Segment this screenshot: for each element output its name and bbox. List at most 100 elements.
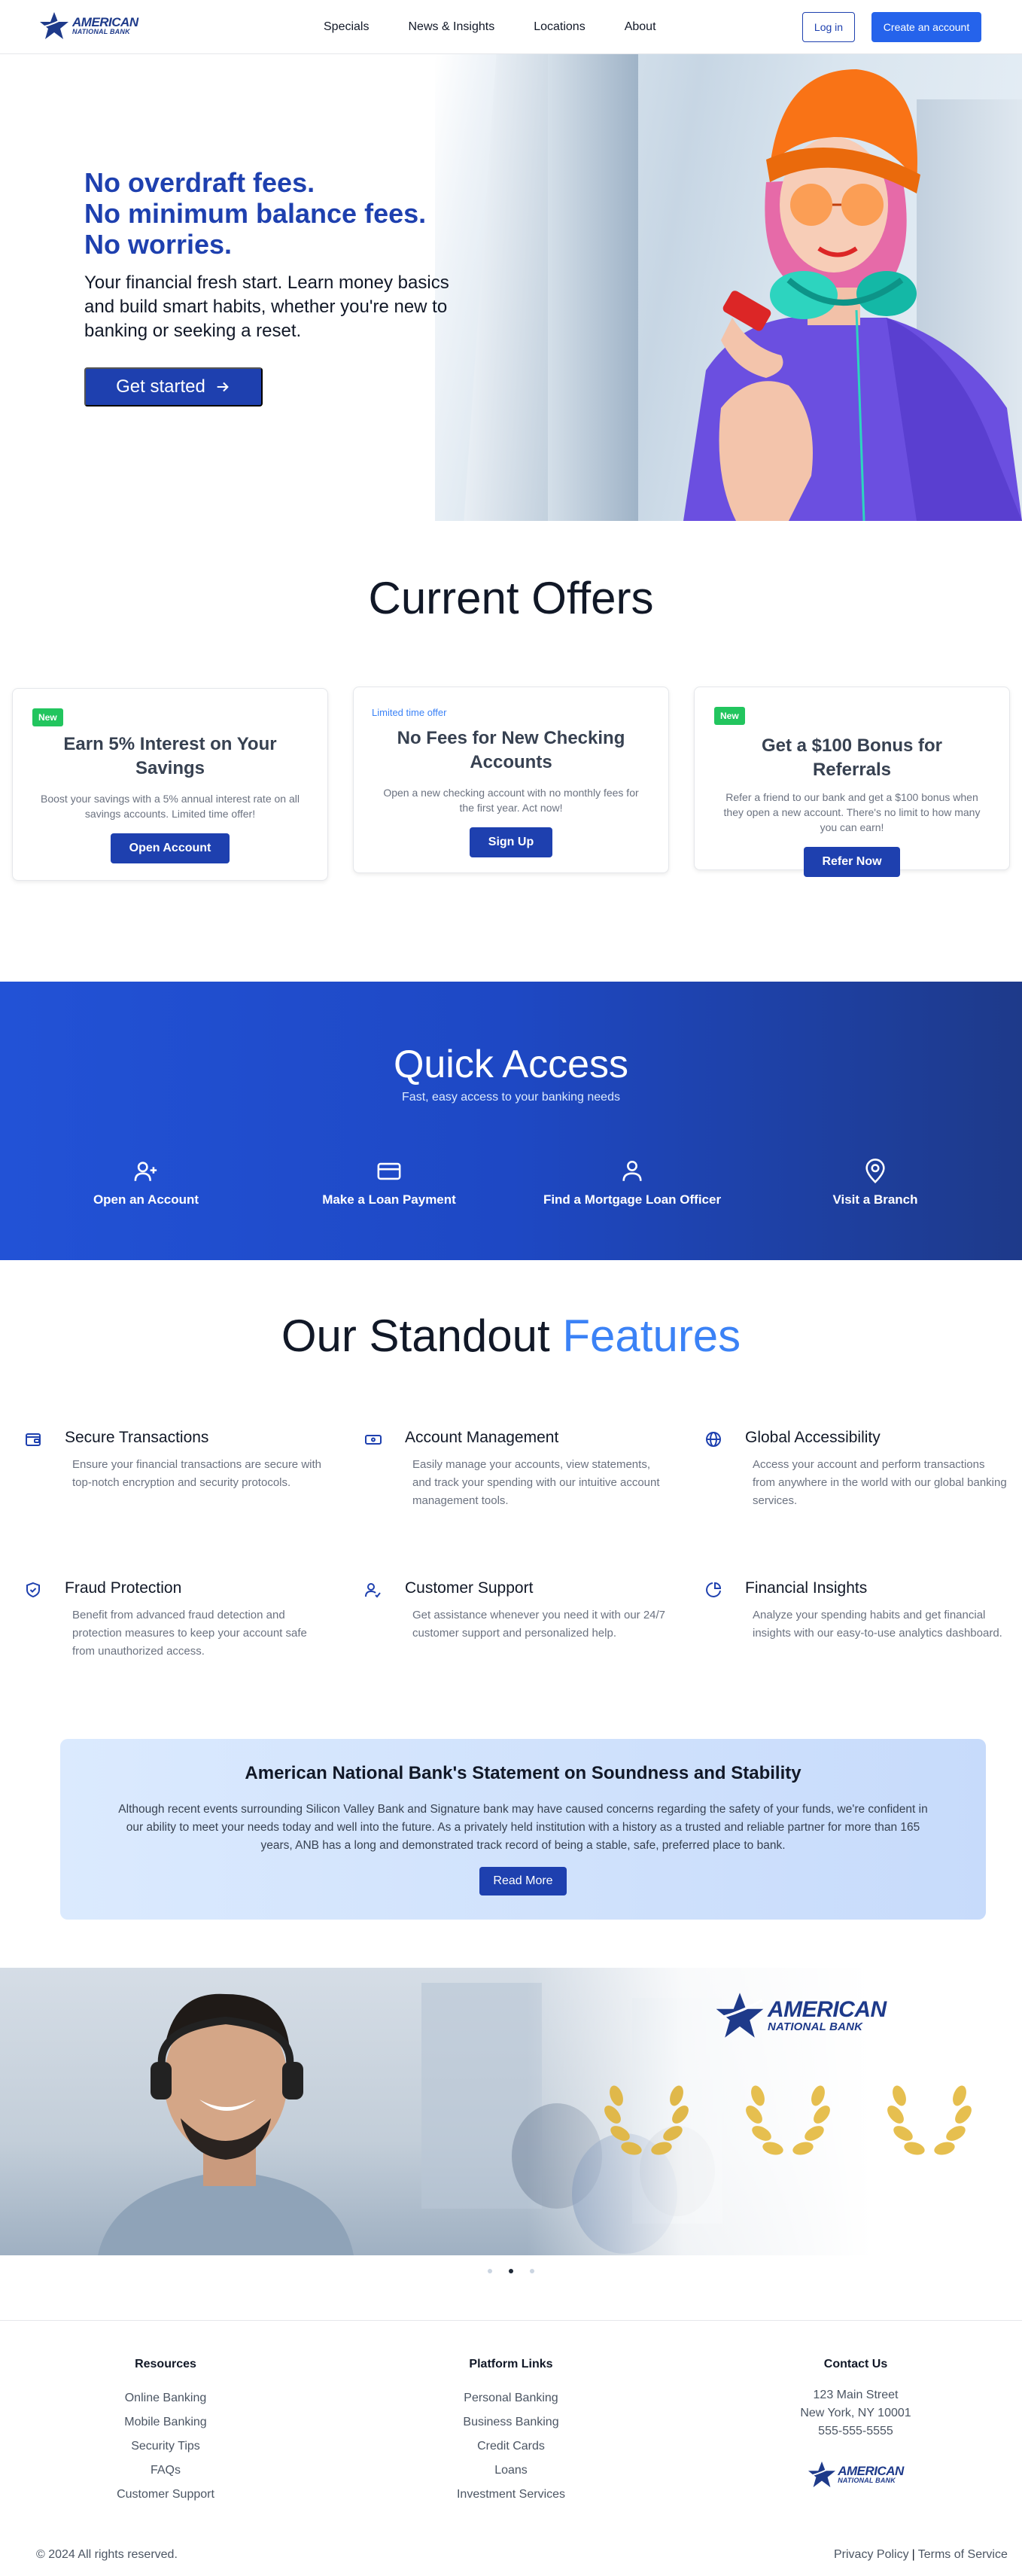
privacy-policy-link[interactable]: Privacy Policy <box>834 2548 909 2561</box>
footer-link[interactable]: Personal Banking <box>398 2386 624 2410</box>
nav-link-locations[interactable]: Locations <box>534 20 586 34</box>
footer-logo[interactable]: AMERICAN NATIONAL BANK <box>808 2460 904 2489</box>
offer-title: No Fees for New Checking Accounts <box>397 728 625 772</box>
quick-loan-payment-label: Make a Loan Payment <box>322 1192 456 1207</box>
quick-open-account-label: Open an Account <box>93 1192 199 1207</box>
offer-title: Get a $100 Bonus for Referrals <box>761 735 943 780</box>
nav-links: Specials News & Insights Locations About <box>324 0 695 54</box>
promo-banner: AMERICAN NATIONAL BANK <box>0 1968 1022 2255</box>
footer-link[interactable]: Loans <box>398 2459 624 2483</box>
get-started-button[interactable]: Get started <box>84 367 263 406</box>
nav-link-news[interactable]: News & Insights <box>408 20 494 34</box>
footer-link[interactable]: Security Tips <box>53 2434 278 2459</box>
footer-col-title: Contact Us <box>823 2358 888 2370</box>
banner-logo: AMERICAN NATIONAL BANK <box>715 1990 887 2040</box>
pie-chart-icon <box>706 1582 722 1597</box>
carousel-dot-active[interactable] <box>509 2269 513 2273</box>
hero-headline: No overdraft fees. No minimum balance fe… <box>84 167 426 260</box>
create-account-button[interactable]: Create an account <box>871 12 981 42</box>
brand-logo[interactable]: AMERICAN NATIONAL BANK <box>39 11 138 41</box>
feature-desc: Analyze your spending habits and get fin… <box>753 1609 1002 1640</box>
user-plus-icon <box>134 1162 157 1181</box>
new-badge: New <box>32 708 63 726</box>
nav-link-specials[interactable]: Specials <box>324 20 369 34</box>
terms-link[interactable]: Terms of Service <box>918 2548 1008 2561</box>
nav-link-about[interactable]: About <box>625 20 656 34</box>
footer-link[interactable]: FAQs <box>53 2459 278 2483</box>
quick-loan-payment[interactable]: Make a Loan Payment <box>276 1158 502 1207</box>
top-nav: AMERICAN NATIONAL BANK Specials News & I… <box>0 0 1022 54</box>
footer-address-line: 123 Main Street <box>813 2389 899 2401</box>
quick-visit-branch[interactable]: Visit a Branch <box>762 1158 988 1207</box>
globe-icon <box>706 1432 721 1447</box>
quick-access-title: Quick Access <box>393 1043 629 1086</box>
offer-desc: Refer a friend to our bank and get a $10… <box>723 791 981 833</box>
hero-headline-line-2: No minimum balance fees. <box>84 198 427 229</box>
feature-title: Account Management <box>405 1429 559 1446</box>
quick-mortgage-officer[interactable]: Find a Mortgage Loan Officer <box>519 1158 745 1207</box>
footer-link[interactable]: Investment Services <box>398 2483 624 2507</box>
feature-desc: Benefit from advanced fraud detection an… <box>72 1609 307 1658</box>
refer-now-button[interactable]: Refer Now <box>804 847 900 877</box>
feature-desc: Ensure your financial transactions are s… <box>72 1458 321 1489</box>
statement-title: American National Bank's Statement on So… <box>245 1763 801 1783</box>
footer-col-title: Resources <box>135 2358 196 2370</box>
carousel-dots <box>0 2269 1022 2273</box>
legal-separator: | <box>911 2548 915 2561</box>
banknote-icon <box>365 1435 382 1445</box>
banner-logo-sub: NATIONAL BANK <box>768 2020 863 2033</box>
legal-links: Privacy Policy | Terms of Service <box>834 2548 1022 2562</box>
laurel-award-icon <box>887 2085 972 2155</box>
hero-headline-line-1: No overdraft fees. <box>84 167 315 198</box>
soundness-statement: American National Bank's Statement on So… <box>60 1739 986 1920</box>
offer-desc: Boost your savings with a 5% annual inte… <box>41 793 300 820</box>
login-button[interactable]: Log in <box>802 12 855 42</box>
feature-title: Global Accessibility <box>745 1429 881 1446</box>
quick-open-account[interactable]: Open an Account <box>33 1158 259 1207</box>
star-logo-icon <box>716 1993 764 2038</box>
limited-offer-label: Limited time offer <box>372 707 447 718</box>
open-account-button[interactable]: Open Account <box>111 833 230 863</box>
footer-link[interactable]: Credit Cards <box>398 2434 624 2459</box>
star-logo-icon <box>808 2461 836 2488</box>
footer-link[interactable]: Online Banking <box>53 2386 278 2410</box>
offer-card-savings: New Earn 5% Interest on Your Savings Boo… <box>12 688 328 881</box>
read-more-button[interactable]: Read More <box>479 1867 567 1895</box>
footer-link[interactable]: Mobile Banking <box>53 2410 278 2434</box>
feature-desc: Access your account and perform transact… <box>753 1458 1007 1507</box>
hero-section: No overdraft fees. No minimum balance fe… <box>0 54 1022 521</box>
laurel-award-icon <box>604 2085 689 2155</box>
feature-desc: Get assistance whenever you need it with… <box>412 1609 666 1640</box>
offer-card-referral: New Get a $100 Bonus for Referrals Refer… <box>694 687 1010 877</box>
feature-title: Secure Transactions <box>65 1429 209 1446</box>
carousel-dot[interactable] <box>488 2269 492 2273</box>
features-title: Our Standout Features <box>0 1310 1022 1362</box>
offers-title: Current Offers <box>368 573 654 623</box>
feature-title: Fraud Protection <box>65 1579 182 1597</box>
quick-access-subtitle: Fast, easy access to your banking needs <box>402 1091 620 1104</box>
footer-link[interactable]: Customer Support <box>53 2483 278 2507</box>
user-check-icon <box>365 1583 381 1598</box>
footer-divider <box>0 2320 1022 2321</box>
footer-link[interactable]: Business Banking <box>398 2410 624 2434</box>
footer-phone[interactable]: 555-555-5555 <box>743 2422 969 2441</box>
feature-title: Customer Support <box>405 1579 534 1597</box>
laurel-award-icon <box>746 2085 830 2155</box>
star-logo-icon <box>40 12 68 39</box>
quick-visit-branch-label: Visit a Branch <box>832 1192 918 1207</box>
hero-person-illustration <box>683 69 1022 521</box>
offer-card-checking: Limited time offer No Fees for New Check… <box>353 687 669 873</box>
banner-logo-name: AMERICAN <box>768 1996 887 2022</box>
quick-access-section: Quick Access Fast, easy access to your b… <box>0 982 1022 1260</box>
offer-title: Earn 5% Interest on Your Savings <box>63 734 277 778</box>
sign-up-button[interactable]: Sign Up <box>470 827 552 857</box>
features-title-accent: Features <box>562 1311 741 1361</box>
footer-col-title: Platform Links <box>469 2358 553 2370</box>
get-started-label: Get started <box>116 376 205 397</box>
hero-image <box>435 54 1022 521</box>
arrow-right-icon <box>217 382 229 392</box>
quick-mortgage-officer-label: Find a Mortgage Loan Officer <box>543 1192 722 1207</box>
footer-address-line: New York, NY 10001 <box>800 2407 911 2419</box>
logo-sub: NATIONAL BANK <box>72 28 130 35</box>
carousel-dot[interactable] <box>530 2269 534 2273</box>
